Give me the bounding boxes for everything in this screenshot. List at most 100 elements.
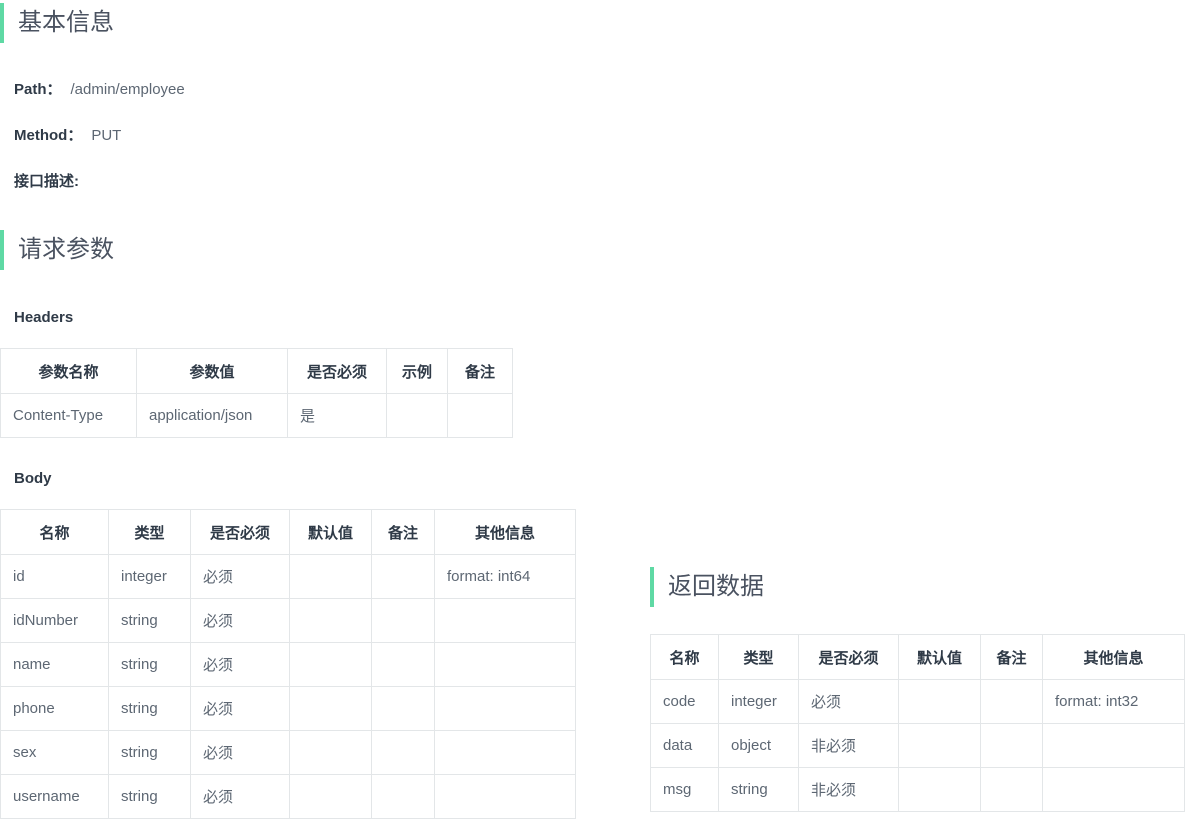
table-row: name string 必须: [0, 642, 576, 687]
method-label: Method：: [14, 127, 83, 144]
cell-name: msg: [650, 767, 719, 812]
cell-name: idNumber: [0, 598, 109, 643]
section-header-request-params: 请求参数: [0, 229, 114, 271]
column-header: 参数值: [136, 348, 288, 394]
column-header: 默认值: [898, 634, 981, 680]
cell-name: id: [0, 554, 109, 599]
subheading-body: Body: [14, 470, 52, 487]
cell-default: [289, 554, 372, 599]
section-title-basic-info: 基本信息: [18, 9, 114, 36]
cell-type: integer: [108, 554, 191, 599]
cell-required: 是: [287, 393, 387, 438]
body-params-table: 名称 类型 是否必须 默认值 备注 其他信息 id integer 必须 for…: [0, 509, 576, 819]
column-header: 是否必须: [287, 348, 387, 394]
column-header: 参数名称: [0, 348, 137, 394]
cell-required: 非必须: [798, 767, 899, 812]
cell-remark: [980, 767, 1043, 812]
cell-default: [289, 730, 372, 775]
table-row: phone string 必须: [0, 686, 576, 731]
cell-default: [289, 598, 372, 643]
cell-type: string: [718, 767, 799, 812]
cell-other-info: [434, 686, 576, 731]
column-header: 备注: [980, 634, 1043, 680]
cell-remark: [371, 554, 435, 599]
column-header: 名称: [650, 634, 719, 680]
cell-name: sex: [0, 730, 109, 775]
cell-remark: [371, 686, 435, 731]
cell-type: integer: [718, 679, 799, 724]
cell-other-info: [434, 642, 576, 687]
cell-other-info: [434, 730, 576, 775]
cell-remark: [371, 598, 435, 643]
section-header-response-data: 返回数据: [650, 566, 764, 608]
response-data-table: 名称 类型 是否必须 默认值 备注 其他信息 code integer 必须 f…: [650, 634, 1185, 812]
cell-default: [289, 686, 372, 731]
cell-name: code: [650, 679, 719, 724]
description-value: [79, 173, 88, 190]
cell-other-info: [434, 598, 576, 643]
description-label: 接口描述:: [14, 173, 79, 190]
column-header: 是否必须: [798, 634, 899, 680]
cell-name: phone: [0, 686, 109, 731]
cell-example: [386, 393, 448, 438]
cell-required: 必须: [190, 554, 290, 599]
cell-type: string: [108, 686, 191, 731]
cell-other-info: format: int64: [434, 554, 576, 599]
table-row: msg string 非必须: [650, 767, 1185, 812]
cell-type: string: [108, 598, 191, 643]
table-row: id integer 必须 format: int64: [0, 554, 576, 599]
cell-required: 必须: [190, 598, 290, 643]
table-row: username string 必须: [0, 774, 576, 819]
cell-default: [898, 723, 981, 768]
table-row: sex string 必须: [0, 730, 576, 775]
cell-remark: [980, 723, 1043, 768]
method-value: PUT: [91, 127, 122, 144]
cell-required: 必须: [190, 686, 290, 731]
cell-name: username: [0, 774, 109, 819]
cell-default: [289, 774, 372, 819]
path-label: Path：: [14, 81, 62, 98]
cell-other-info: format: int32: [1042, 679, 1185, 724]
cell-default: [289, 642, 372, 687]
cell-required: 必须: [798, 679, 899, 724]
cell-other-info: [1042, 767, 1185, 812]
column-header: 备注: [447, 348, 513, 394]
column-header: 类型: [108, 509, 191, 555]
cell-default: [898, 679, 981, 724]
headers-table: 参数名称 参数值 是否必须 示例 备注 Content-Type applica…: [0, 348, 513, 438]
column-header: 默认值: [289, 509, 372, 555]
column-header: 示例: [386, 348, 448, 394]
section-header-basic-info: 基本信息: [0, 2, 114, 44]
section-title-response-data: 返回数据: [668, 573, 764, 600]
cell-remark: [371, 730, 435, 775]
cell-required: 必须: [190, 774, 290, 819]
table-row: code integer 必须 format: int32: [650, 679, 1185, 724]
cell-remark: [980, 679, 1043, 724]
path-value: /admin/employee: [70, 81, 185, 98]
cell-type: string: [108, 774, 191, 819]
table-row: data object 非必须: [650, 723, 1185, 768]
cell-required: 必须: [190, 730, 290, 775]
cell-other-info: [434, 774, 576, 819]
column-header: 类型: [718, 634, 799, 680]
cell-type: string: [108, 642, 191, 687]
method-row: Method： PUT: [14, 126, 121, 146]
path-row: Path： /admin/employee: [14, 80, 185, 100]
cell-name: data: [650, 723, 719, 768]
cell-remark: [371, 642, 435, 687]
cell-default: [898, 767, 981, 812]
cell-required: 非必须: [798, 723, 899, 768]
cell-param-name: Content-Type: [0, 393, 137, 438]
cell-param-value: application/json: [136, 393, 288, 438]
column-header: 是否必须: [190, 509, 290, 555]
cell-type: string: [108, 730, 191, 775]
cell-remark: [447, 393, 513, 438]
table-header-row: 名称 类型 是否必须 默认值 备注 其他信息: [0, 509, 576, 555]
column-header: 其他信息: [434, 509, 576, 555]
table-row: idNumber string 必须: [0, 598, 576, 643]
column-header: 名称: [0, 509, 109, 555]
table-header-row: 名称 类型 是否必须 默认值 备注 其他信息: [650, 634, 1185, 680]
cell-remark: [371, 774, 435, 819]
description-row: 接口描述:: [14, 172, 88, 192]
table-header-row: 参数名称 参数值 是否必须 示例 备注: [0, 348, 513, 394]
